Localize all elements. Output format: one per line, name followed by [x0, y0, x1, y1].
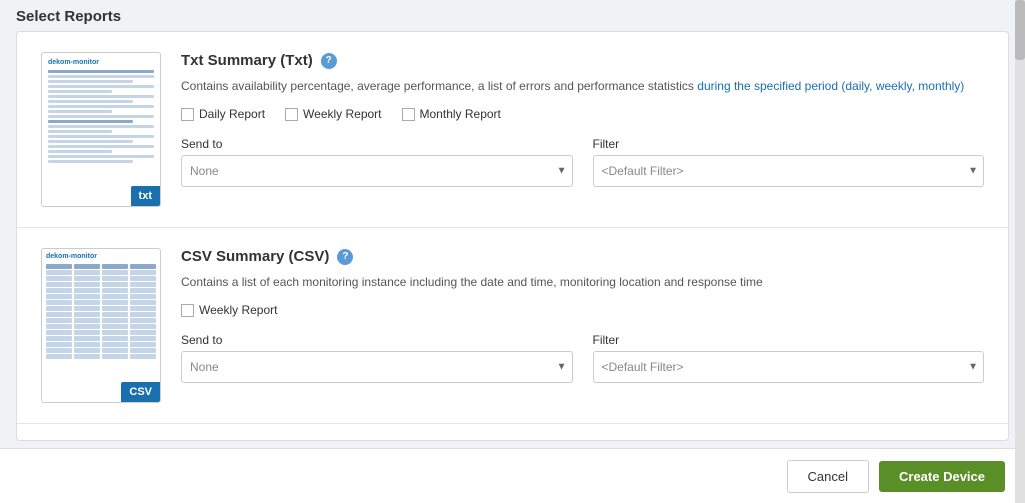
csv-filter-wrapper: <Default Filter> ▼ — [593, 351, 985, 383]
csv-report-title: CSV Summary (CSV) — [181, 248, 329, 265]
scrollbar-thumb[interactable] — [1015, 0, 1025, 60]
csv-report-section: dekom-monitor — [17, 228, 1008, 424]
main-container: Select Reports dekom-monitor — [0, 0, 1025, 503]
txt-report-section: dekom-monitor — [17, 32, 1008, 228]
txt-send-to-select[interactable]: None — [181, 155, 573, 187]
txt-checkboxes-row: Daily Report Weekly Report Monthly Repor… — [181, 107, 984, 121]
thumb-line — [48, 160, 133, 163]
thumb-line — [48, 70, 154, 73]
thumb-line — [48, 130, 112, 133]
thumb-line — [48, 110, 112, 113]
csv-thumbnail: dekom-monitor — [41, 248, 161, 403]
txt-title-row: Txt Summary (Txt) ? — [181, 52, 984, 69]
content-area: dekom-monitor — [16, 31, 1009, 441]
txt-filter-label: Filter — [593, 137, 985, 151]
csv-badge: CSV — [121, 382, 160, 402]
txt-report-info: Txt Summary (Txt) ? Contains availabilit… — [181, 52, 984, 207]
txt-report-description: Contains availability percentage, averag… — [181, 77, 984, 95]
csv-checkboxes-row: Weekly Report — [181, 303, 984, 317]
thumb-line — [48, 95, 154, 98]
txt-filter-wrapper: <Default Filter> ▼ — [593, 155, 985, 187]
thumb-line — [48, 150, 112, 153]
csv-filter-label: Filter — [593, 333, 985, 347]
txt-filter-value: <Default Filter> — [602, 164, 684, 178]
csv-filter-select[interactable]: <Default Filter> — [593, 351, 985, 383]
txt-daily-checkbox[interactable]: Daily Report — [181, 107, 265, 121]
txt-monthly-checkbox[interactable]: Monthly Report — [402, 107, 501, 121]
thumb-line — [48, 155, 154, 158]
txt-send-to-value: None — [190, 164, 219, 178]
txt-desc-link: during the specified period (daily, week… — [697, 79, 964, 93]
thumb-line — [48, 140, 133, 143]
csv-filter-group: Filter <Default Filter> ▼ — [593, 333, 985, 383]
txt-filter-group: Filter <Default Filter> ▼ — [593, 137, 985, 187]
thumb-line — [48, 75, 154, 78]
txt-send-to-label: Send to — [181, 137, 573, 151]
txt-thumb-logo: dekom-monitor — [48, 59, 154, 66]
txt-badge: txt — [131, 186, 160, 206]
csv-title-row: CSV Summary (CSV) ? — [181, 248, 984, 265]
csv-send-to-wrapper: None ▼ — [181, 351, 573, 383]
txt-daily-label: Daily Report — [199, 107, 265, 121]
txt-send-to-wrapper: None ▼ — [181, 155, 573, 187]
csv-report-info: CSV Summary (CSV) ? Contains a list of e… — [181, 248, 984, 403]
csv-send-to-select[interactable]: None — [181, 351, 573, 383]
txt-daily-checkbox-box — [181, 108, 194, 121]
txt-thumbnail: dekom-monitor — [41, 52, 161, 207]
csv-thumb-logo: dekom-monitor — [46, 253, 156, 260]
csv-fields-row: Send to None ▼ Filter <Default Filte — [181, 333, 984, 383]
txt-report-title: Txt Summary (Txt) — [181, 52, 313, 69]
txt-send-to-group: Send to None ▼ — [181, 137, 573, 187]
txt-monthly-label: Monthly Report — [420, 107, 501, 121]
thumb-line — [48, 100, 133, 103]
csv-send-to-value: None — [190, 360, 219, 374]
footer-bar: Cancel Create Device — [0, 448, 1025, 503]
csv-filter-value: <Default Filter> — [602, 360, 684, 374]
csv-weekly-checkbox-box — [181, 304, 194, 317]
thumb-line — [48, 85, 154, 88]
page-title: Select Reports — [0, 0, 1025, 31]
thumb-line — [48, 115, 154, 118]
thumb-line — [48, 80, 133, 83]
txt-fields-row: Send to None ▼ Filter <Default Filte — [181, 137, 984, 187]
thumb-line — [48, 125, 154, 128]
txt-filter-select[interactable]: <Default Filter> — [593, 155, 985, 187]
txt-help-icon[interactable]: ? — [321, 53, 337, 69]
thumb-line — [48, 120, 133, 123]
txt-weekly-checkbox[interactable]: Weekly Report — [285, 107, 381, 121]
csv-send-to-label: Send to — [181, 333, 573, 347]
create-device-button[interactable]: Create Device — [879, 461, 1005, 492]
csv-help-icon[interactable]: ? — [337, 249, 353, 265]
txt-weekly-label: Weekly Report — [303, 107, 381, 121]
thumb-line — [48, 145, 154, 148]
csv-weekly-label: Weekly Report — [199, 303, 277, 317]
scrollbar-track — [1015, 0, 1025, 503]
csv-send-to-group: Send to None ▼ — [181, 333, 573, 383]
thumb-line — [48, 135, 154, 138]
csv-weekly-checkbox[interactable]: Weekly Report — [181, 303, 277, 317]
csv-report-description: Contains a list of each monitoring insta… — [181, 273, 984, 291]
txt-monthly-checkbox-box — [402, 108, 415, 121]
thumb-line — [48, 105, 154, 108]
txt-weekly-checkbox-box — [285, 108, 298, 121]
thumb-line — [48, 90, 112, 93]
cancel-button[interactable]: Cancel — [787, 460, 869, 493]
